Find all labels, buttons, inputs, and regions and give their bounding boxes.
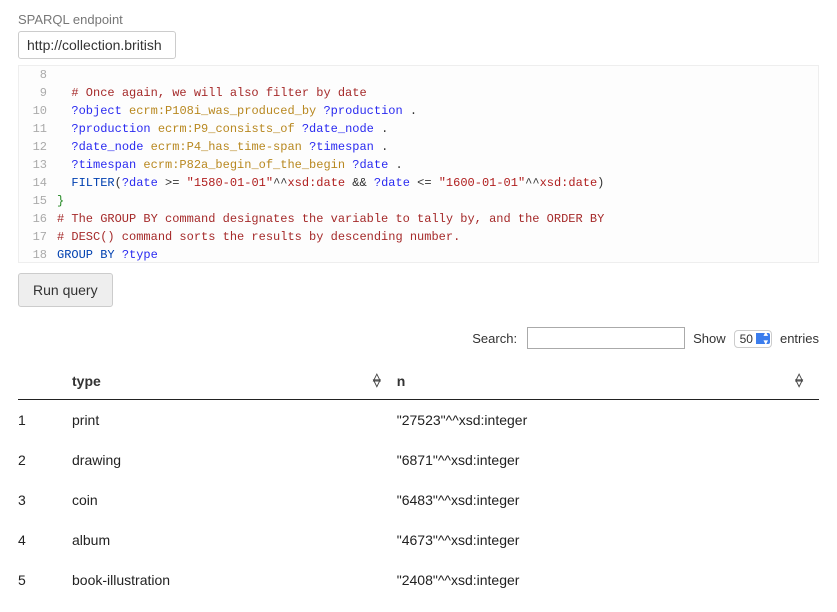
cell-type: print bbox=[72, 400, 397, 441]
cell-index: 5 bbox=[18, 560, 72, 600]
line-number: 16 bbox=[19, 210, 55, 228]
cell-n: "6871"^^xsd:integer bbox=[397, 440, 819, 480]
code-content[interactable]: ?timespan ecrm:P82a_begin_of_the_begin ?… bbox=[55, 156, 818, 174]
run-query-button[interactable]: Run query bbox=[18, 273, 113, 307]
line-number: 11 bbox=[19, 120, 55, 138]
cell-index: 2 bbox=[18, 440, 72, 480]
col-index bbox=[18, 363, 72, 400]
editor-line[interactable]: 8 bbox=[19, 66, 818, 84]
col-type[interactable]: type △▽ bbox=[72, 363, 397, 400]
cell-type: drawing bbox=[72, 440, 397, 480]
show-label: Show bbox=[693, 331, 726, 346]
search-label: Search: bbox=[472, 331, 517, 346]
table-row: 4album"4673"^^xsd:integer bbox=[18, 520, 819, 560]
entries-select[interactable]: 50 bbox=[734, 330, 772, 348]
editor-line[interactable]: 12 ?date_node ecrm:P4_has_time-span ?tim… bbox=[19, 138, 818, 156]
line-number: 17 bbox=[19, 228, 55, 246]
entries-select-wrap[interactable]: 50 ▴▾ bbox=[734, 331, 772, 346]
table-row: 5book-illustration"2408"^^xsd:integer bbox=[18, 560, 819, 600]
code-content[interactable]: # Once again, we will also filter by dat… bbox=[55, 84, 818, 102]
code-content[interactable]: } bbox=[55, 192, 818, 210]
editor-line[interactable]: 17# DESC() command sorts the results by … bbox=[19, 228, 818, 246]
line-number: 8 bbox=[19, 66, 55, 84]
cell-type: album bbox=[72, 520, 397, 560]
line-number: 10 bbox=[19, 102, 55, 120]
code-content[interactable]: ?object ecrm:P108i_was_produced_by ?prod… bbox=[55, 102, 818, 120]
table-controls: Search: Show 50 ▴▾ entries bbox=[18, 327, 819, 349]
code-content[interactable]: ?production ecrm:P9_consists_of ?date_no… bbox=[55, 120, 818, 138]
entries-label: entries bbox=[780, 331, 819, 346]
cell-n: "6483"^^xsd:integer bbox=[397, 480, 819, 520]
sort-icon[interactable]: △▽ bbox=[373, 375, 381, 387]
cell-index: 1 bbox=[18, 400, 72, 441]
col-n[interactable]: n △▽ bbox=[397, 363, 819, 400]
editor-line[interactable]: 9 # Once again, we will also filter by d… bbox=[19, 84, 818, 102]
line-number: 18 bbox=[19, 246, 55, 263]
editor-line[interactable]: 18GROUP BY ?type bbox=[19, 246, 818, 263]
table-row: 2drawing"6871"^^xsd:integer bbox=[18, 440, 819, 480]
code-content[interactable]: GROUP BY ?type bbox=[55, 246, 818, 263]
results-table: type △▽ n △▽ 1print"27523"^^xsd:integer2… bbox=[18, 363, 819, 600]
search-input[interactable] bbox=[527, 327, 685, 349]
endpoint-label: SPARQL endpoint bbox=[18, 12, 819, 27]
editor-line[interactable]: 10 ?object ecrm:P108i_was_produced_by ?p… bbox=[19, 102, 818, 120]
code-content[interactable] bbox=[55, 66, 818, 84]
editor-line[interactable]: 11 ?production ecrm:P9_consists_of ?date… bbox=[19, 120, 818, 138]
sparql-editor[interactable]: 89 # Once again, we will also filter by … bbox=[18, 65, 819, 263]
cell-n: "4673"^^xsd:integer bbox=[397, 520, 819, 560]
line-number: 13 bbox=[19, 156, 55, 174]
table-row: 1print"27523"^^xsd:integer bbox=[18, 400, 819, 441]
cell-index: 4 bbox=[18, 520, 72, 560]
editor-line[interactable]: 16# The GROUP BY command designates the … bbox=[19, 210, 818, 228]
cell-type: book-illustration bbox=[72, 560, 397, 600]
code-content[interactable]: FILTER(?date >= "1580-01-01"^^xsd:date &… bbox=[55, 174, 818, 192]
col-type-label: type bbox=[72, 373, 101, 389]
table-row: 3coin"6483"^^xsd:integer bbox=[18, 480, 819, 520]
editor-line[interactable]: 13 ?timespan ecrm:P82a_begin_of_the_begi… bbox=[19, 156, 818, 174]
cell-n: "2408"^^xsd:integer bbox=[397, 560, 819, 600]
sort-icon[interactable]: △▽ bbox=[795, 375, 803, 387]
line-number: 12 bbox=[19, 138, 55, 156]
cell-type: coin bbox=[72, 480, 397, 520]
line-number: 9 bbox=[19, 84, 55, 102]
code-content[interactable]: # DESC() command sorts the results by de… bbox=[55, 228, 818, 246]
editor-line[interactable]: 15} bbox=[19, 192, 818, 210]
cell-index: 3 bbox=[18, 480, 72, 520]
editor-line[interactable]: 14 FILTER(?date >= "1580-01-01"^^xsd:dat… bbox=[19, 174, 818, 192]
cell-n: "27523"^^xsd:integer bbox=[397, 400, 819, 441]
col-n-label: n bbox=[397, 373, 406, 389]
code-content[interactable]: ?date_node ecrm:P4_has_time-span ?timesp… bbox=[55, 138, 818, 156]
code-content[interactable]: # The GROUP BY command designates the va… bbox=[55, 210, 818, 228]
endpoint-input[interactable] bbox=[18, 31, 176, 59]
line-number: 14 bbox=[19, 174, 55, 192]
line-number: 15 bbox=[19, 192, 55, 210]
